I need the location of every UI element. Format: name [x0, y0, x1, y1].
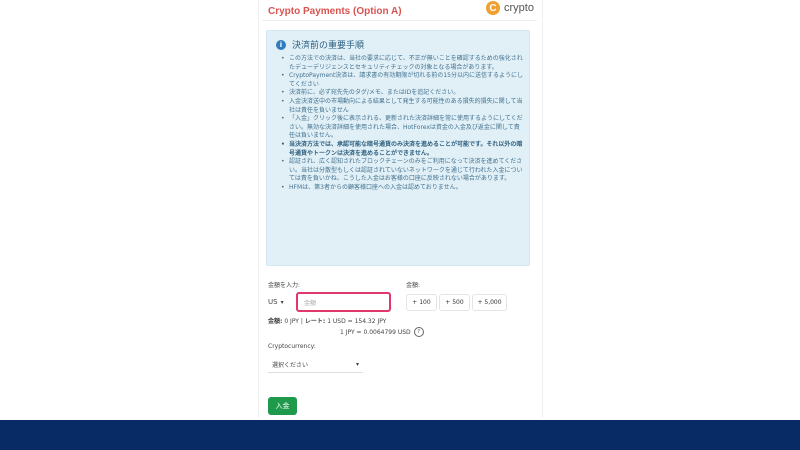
- help-icon[interactable]: ?: [413, 327, 424, 337]
- notice-item: 「入金」クリック後に表示される、更新された決済詳細を常に使用するようにしてくださ…: [279, 115, 525, 141]
- amount-input[interactable]: 金額: [296, 292, 391, 312]
- currency-value: US: [268, 298, 278, 306]
- crypto-logo-icon: C: [486, 1, 500, 15]
- notice-item: 決済前に、必ず宛先先のタグ/メモ、またはIDを追記ください。: [279, 89, 525, 98]
- summary-amount-label: 金額:: [268, 318, 283, 325]
- page-title: Crypto Payments (Option A): [268, 6, 402, 17]
- deposit-submit-button[interactable]: 入金: [268, 397, 297, 415]
- quick-add-5000-button[interactable]: + 5,000: [472, 294, 507, 311]
- footer-bar: [0, 420, 800, 450]
- brand-text: crypto: [504, 2, 534, 14]
- chevron-down-icon: ▾: [280, 298, 284, 306]
- notice-item: CryptoPayment決済は、請求書の有効期限が切れる前の15分以内に送信す…: [279, 72, 525, 89]
- rate-inverse-value: 1 JPY = 0.0064799 USD: [340, 328, 411, 336]
- summary-separator: |: [300, 318, 303, 325]
- amount-label: 金額を入力:: [268, 282, 301, 289]
- notice-item: 入金決済送中の市場動向による結果として発生する可能性のある損失的損失に関して当社…: [279, 98, 525, 115]
- quick-amount-label: 金額:: [406, 282, 421, 289]
- rate-inverse: 1 JPY = 0.0064799 USD ?: [340, 327, 424, 337]
- divider: [262, 20, 537, 21]
- crypto-select-value: 選択ください: [272, 361, 309, 369]
- info-icon: i: [276, 39, 286, 50]
- notice-list: この方法での決済は、当社の要求に応じて、不正が無いことを確認するための強化された…: [279, 55, 525, 193]
- notice-box: i 決済前の重要手順 この方法での決済は、当社の要求に応じて、不正が無いことを確…: [266, 30, 530, 266]
- notice-item: この方法での決済は、当社の要求に応じて、不正が無いことを確認するための強化された…: [279, 55, 525, 72]
- quick-add-100-button[interactable]: + 100: [406, 294, 437, 311]
- notice-item-important: 当決済方法では、承認可能な暗号通貨のみ決済を進めることが可能です。それ以外の暗号…: [279, 141, 525, 158]
- notice-item: 認証され、広く認知されたブロックチェーンのみをご利用になって決済を進めてください…: [279, 158, 525, 184]
- amount-placeholder: 金額: [304, 300, 317, 307]
- amount-summary: 金額: 0 JPY | レート: 1 USD = 154.32 JPY: [268, 316, 386, 325]
- chevron-down-icon: ▾: [355, 360, 359, 368]
- brand-logo: C crypto: [486, 1, 534, 15]
- currency-select[interactable]: US ▾: [268, 294, 294, 310]
- cryptocurrency-select[interactable]: 選択ください ▾: [268, 356, 363, 373]
- crypto-label: Cryptocurrency:: [268, 343, 316, 350]
- notice-item: HFMは、第3者からの顧客様口座への入金は認めておりません。: [279, 184, 525, 193]
- summary-rate-value: 1 USD = 154.32 JPY: [327, 318, 387, 325]
- summary-amount-value: 0 JPY: [284, 318, 299, 325]
- quick-add-500-button[interactable]: + 500: [439, 294, 470, 311]
- summary-rate-label: レート:: [304, 318, 326, 325]
- notice-header: i 決済前の重要手順: [276, 38, 364, 51]
- notice-title: 決済前の重要手順: [292, 41, 365, 51]
